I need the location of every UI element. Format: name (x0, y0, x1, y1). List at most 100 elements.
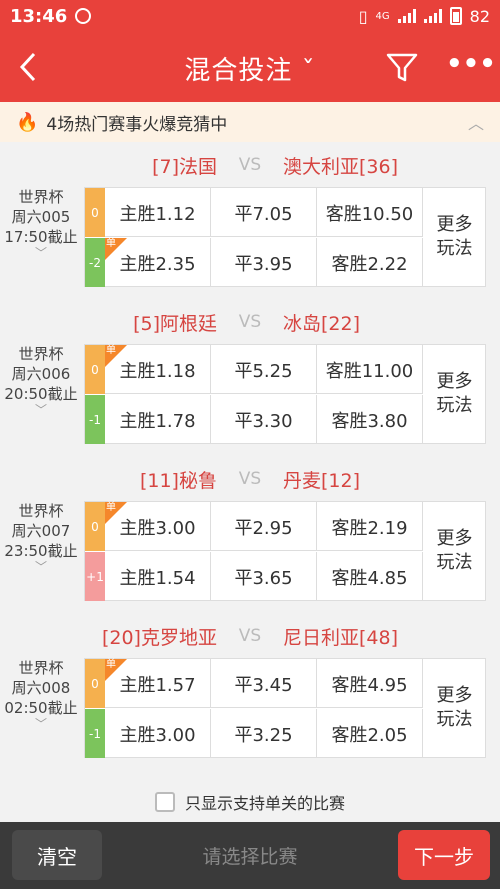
odds-draw[interactable]: 平3.45 (211, 659, 317, 708)
away-team: 尼日利亚[48] (283, 626, 399, 649)
handicap-label: 0 (85, 502, 105, 551)
match-card: [20]克罗地亚 VS 尼日利亚[48] 世界杯 周六008 02:50截止 ﹀… (0, 616, 500, 772)
match-deadline: 23:50截止 (4, 542, 78, 560)
odds-away-win[interactable]: 客胜3.80 (317, 395, 423, 444)
home-team: [11]秘鲁 (139, 469, 217, 492)
odds-away-win[interactable]: 客胜4.95 (317, 659, 423, 708)
odds-row-normal: 0 单 主胜1.18 平5.25 客胜11.00 (85, 345, 423, 394)
selection-hint: 请选择比赛 (202, 845, 298, 868)
more-options-button[interactable]: 更多 玩法 (423, 502, 486, 600)
league-name: 世界杯 (18, 345, 64, 363)
odds-row-handicap: -2 单 主胜2.35 平3.95 客胜2.22 (85, 238, 423, 287)
match-code: 周六006 (11, 365, 71, 383)
more-icon[interactable]: ••• (446, 51, 496, 80)
odds-away-win[interactable]: 客胜10.50 (317, 188, 423, 237)
match-info[interactable]: 世界杯 周六008 02:50截止 ﹀ (0, 658, 82, 730)
odds-draw[interactable]: 平3.25 (211, 709, 317, 758)
away-team: 丹麦[12] (283, 469, 361, 492)
signal-icon-2 (423, 9, 442, 23)
hot-events-bar[interactable]: 🔥 4场热门赛事火爆竞猜中 ︿ (0, 102, 500, 142)
odds-grid: 0 单 主胜1.18 平5.25 客胜11.00 -1 主胜1.78 平3.30… (84, 344, 486, 444)
handicap-label: +1 (85, 552, 105, 601)
odds-home-win[interactable]: 主胜3.00 (105, 709, 211, 758)
odds-grid: 0 主胜1.12 平7.05 客胜10.50 -2 单 主胜2.35 平3.95… (84, 187, 486, 287)
single-tag-label: 单 (106, 502, 116, 513)
single-match-checkbox[interactable] (154, 792, 175, 812)
odds-draw[interactable]: 平3.95 (211, 238, 317, 287)
clear-button[interactable]: 清空 (12, 830, 102, 880)
nav-bar: 混合投注 ˇ ••• (0, 32, 500, 102)
chevron-down-icon[interactable]: ﹀ (0, 247, 82, 259)
odds-row-handicap: +1 主胜1.54 平3.65 客胜4.85 (85, 552, 423, 601)
match-info[interactable]: 世界杯 周六005 17:50截止 ﹀ (0, 187, 82, 259)
odds-away-win[interactable]: 客胜2.19 (317, 502, 423, 551)
status-icons: ▯ 4G 82 (359, 7, 490, 26)
single-match-filter[interactable]: 只显示支持单关的比赛 (0, 782, 500, 822)
odds-row-handicap: -1 主胜1.78 平3.30 客胜3.80 (85, 395, 423, 444)
odds-away-win[interactable]: 客胜11.00 (317, 345, 423, 394)
more-options-button[interactable]: 更多 玩法 (423, 345, 486, 443)
home-team: [5]阿根廷 (133, 312, 217, 335)
handicap-label: -2 (85, 238, 105, 287)
odds-row-handicap: -1 主胜3.00 平3.25 客胜2.05 (85, 709, 423, 758)
next-step-button[interactable]: 下一步 (398, 830, 490, 880)
away-team: 冰岛[22] (283, 312, 361, 335)
home-team: [20]克罗地亚 (101, 626, 217, 649)
vs-label: VS (238, 312, 262, 332)
more-options-button[interactable]: 更多 玩法 (423, 659, 486, 757)
odds-row-normal: 0 单 主胜3.00 平2.95 客胜2.19 (85, 502, 423, 551)
match-teams: [20]克罗地亚 VS 尼日利亚[48] (0, 616, 500, 656)
fire-icon: 🔥 (16, 111, 39, 133)
app-notification-icon (75, 8, 92, 24)
league-name: 世界杯 (18, 659, 64, 677)
battery-level: 82 (469, 6, 490, 26)
handicap-label: -1 (85, 395, 105, 444)
match-card: [5]阿根廷 VS 冰岛[22] 世界杯 周六006 20:50截止 ﹀ 0 单… (0, 302, 500, 458)
odds-home-win[interactable]: 主胜1.78 (105, 395, 211, 444)
odds-home-win[interactable]: 主胜1.12 (105, 188, 211, 237)
odds-draw[interactable]: 平3.30 (211, 395, 317, 444)
league-name: 世界杯 (18, 502, 64, 520)
chevron-down-icon[interactable]: ﹀ (0, 718, 82, 730)
chevron-up-icon[interactable]: ︿ (468, 110, 484, 134)
odds-draw[interactable]: 平7.05 (211, 188, 317, 237)
odds-row-normal: 0 主胜1.12 平7.05 客胜10.50 (85, 188, 423, 237)
odds-home-win[interactable]: 主胜1.54 (105, 552, 211, 601)
match-code: 周六008 (11, 679, 71, 697)
odds-grid: 0 单 主胜3.00 平2.95 客胜2.19 +1 主胜1.54 平3.65 … (84, 501, 486, 601)
match-card: [11]秘鲁 VS 丹麦[12] 世界杯 周六007 23:50截止 ﹀ 0 单… (0, 459, 500, 615)
odds-draw[interactable]: 平2.95 (211, 502, 317, 551)
away-team: 澳大利亚[36] (283, 155, 399, 178)
chevron-down-icon[interactable]: ﹀ (0, 404, 82, 416)
single-match-filter-label: 只显示支持单关的比赛 (184, 794, 345, 813)
chevron-down-icon[interactable]: ﹀ (0, 561, 82, 573)
single-tag-label: 单 (106, 345, 116, 356)
single-tag-label: 单 (106, 238, 116, 249)
more-options-button[interactable]: 更多 玩法 (423, 188, 486, 286)
match-info[interactable]: 世界杯 周六006 20:50截止 ﹀ (0, 344, 82, 416)
filter-icon[interactable] (385, 50, 419, 84)
odds-away-win[interactable]: 客胜2.22 (317, 238, 423, 287)
vibrate-icon: ▯ (358, 6, 368, 26)
status-bar: 13:46 ▯ 4G 82 (0, 0, 500, 32)
bottom-bar: 清空 请选择比赛 下一步 (0, 822, 500, 889)
match-teams: [5]阿根廷 VS 冰岛[22] (0, 302, 500, 342)
network-type: 4G (375, 10, 390, 22)
handicap-label: 0 (85, 345, 105, 394)
battery-icon (449, 7, 462, 25)
handicap-label: -1 (85, 709, 105, 758)
odds-draw[interactable]: 平5.25 (211, 345, 317, 394)
match-info[interactable]: 世界杯 周六007 23:50截止 ﹀ (0, 501, 82, 573)
match-deadline: 17:50截止 (4, 228, 78, 246)
odds-grid: 0 单 主胜1.57 平3.45 客胜4.95 -1 主胜3.00 平3.25 … (84, 658, 486, 758)
page-title[interactable]: 混合投注 ˇ (0, 50, 500, 87)
odds-draw[interactable]: 平3.65 (211, 552, 317, 601)
odds-away-win[interactable]: 客胜4.85 (317, 552, 423, 601)
home-team: [7]法国 (152, 155, 217, 178)
match-teams: [7]法国 VS 澳大利亚[36] (0, 145, 500, 185)
vs-label: VS (238, 626, 262, 646)
hot-events-text: 4场热门赛事火爆竞猜中 (46, 114, 228, 135)
odds-away-win[interactable]: 客胜2.05 (317, 709, 423, 758)
league-name: 世界杯 (18, 188, 64, 206)
handicap-label: 0 (85, 659, 105, 708)
